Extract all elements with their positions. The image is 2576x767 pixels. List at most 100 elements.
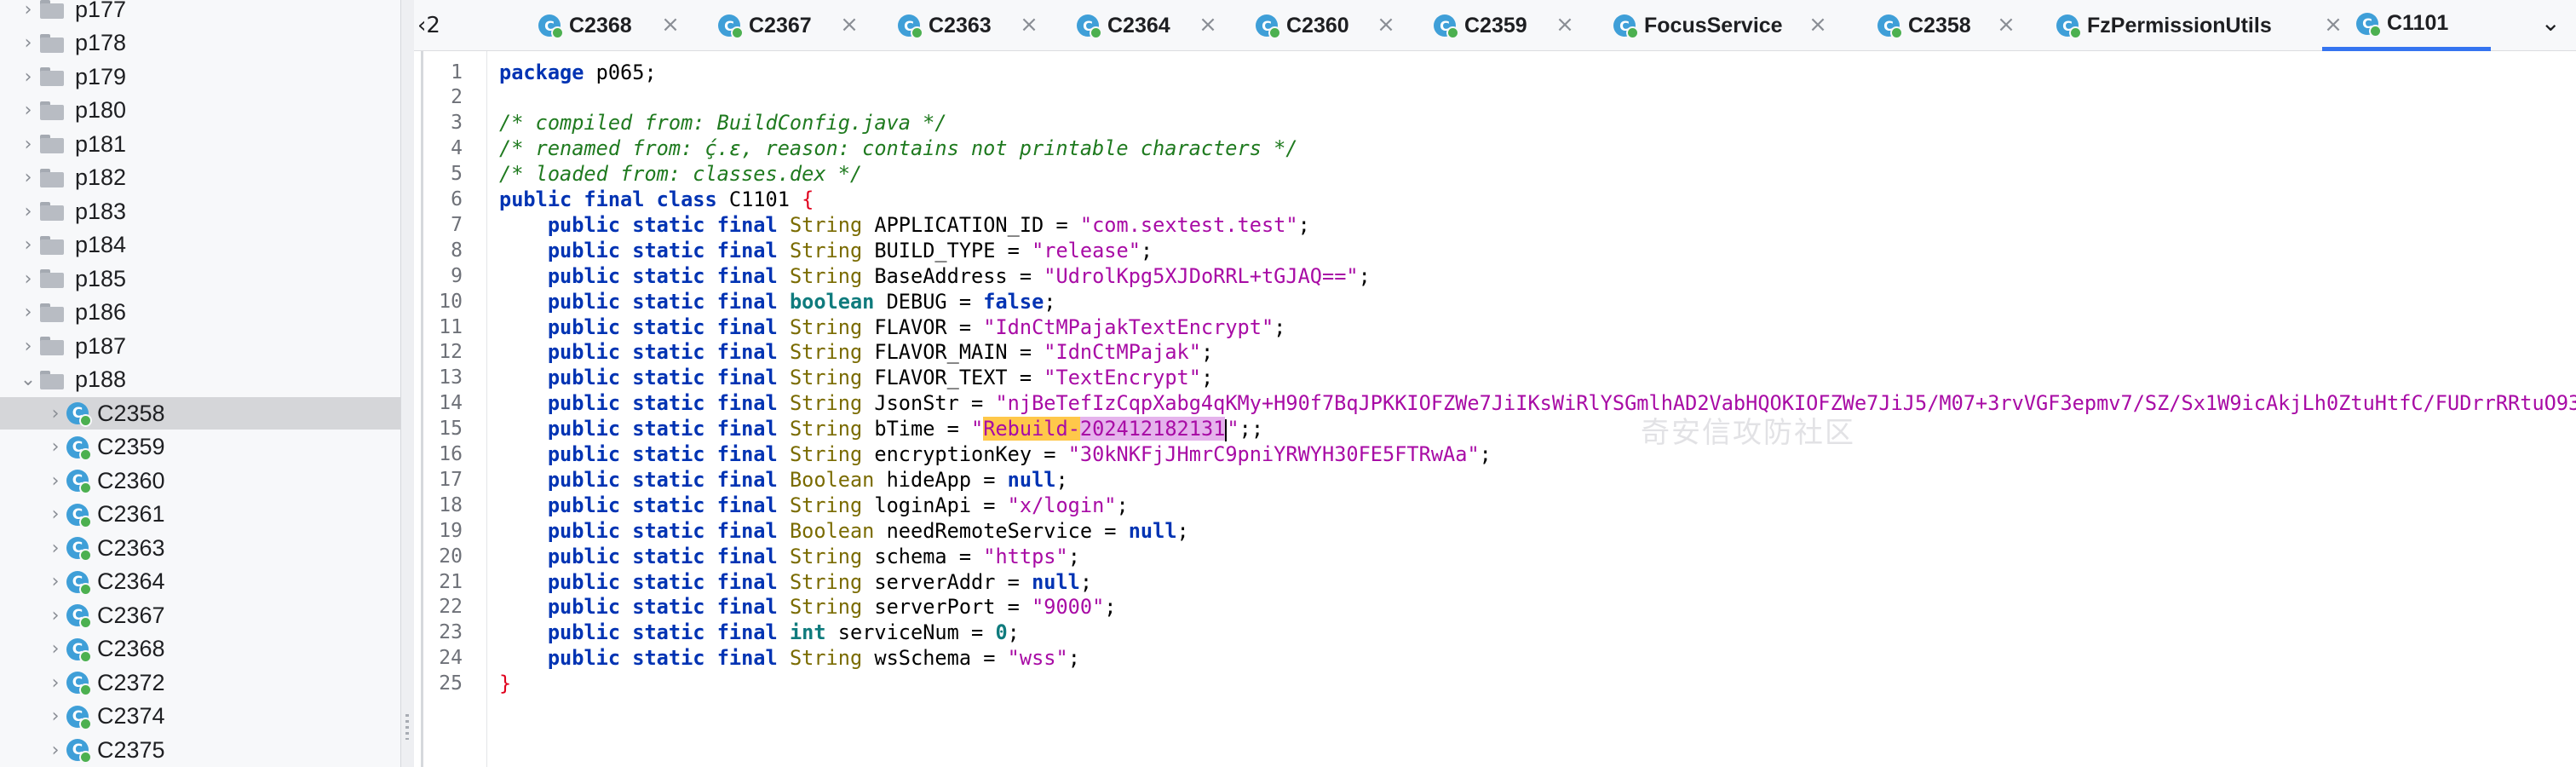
- tree-class-item[interactable]: › C C2374: [0, 701, 400, 733]
- field-modifiers: public static final: [547, 238, 778, 262]
- chevron-right-icon[interactable]: ›: [44, 599, 66, 631]
- field-type: String: [789, 646, 863, 671]
- editor-tab[interactable]: C C2364: [1043, 0, 1213, 51]
- field-modifiers: public static final: [547, 467, 778, 492]
- editor-tab[interactable]: C C2367: [684, 0, 854, 51]
- field-value: null: [1007, 467, 1056, 492]
- tree-folder-item[interactable]: › p180: [0, 95, 400, 127]
- chevron-right-icon[interactable]: ›: [17, 0, 39, 26]
- editor-tab[interactable]: C C2359: [1400, 0, 1570, 51]
- panel-divider[interactable]: [400, 0, 414, 767]
- public-badge-icon: [1090, 26, 1102, 39]
- editor-tab[interactable]: C FzPermissionUtils: [2022, 0, 2314, 51]
- public-badge-icon: [79, 515, 92, 528]
- chevron-right-icon[interactable]: ›: [44, 701, 66, 733]
- close-tab-icon[interactable]: ×: [1993, 12, 2019, 37]
- tree-class-item[interactable]: › C C2363: [0, 532, 400, 564]
- tab-overflow-button[interactable]: ‹ 2: [417, 0, 440, 51]
- close-tab-icon[interactable]: ×: [1195, 12, 1221, 37]
- chevron-right-icon[interactable]: ›: [44, 397, 66, 430]
- tab-list-dropdown-icon[interactable]: ⌄: [2541, 9, 2561, 37]
- chevron-right-icon[interactable]: ›: [17, 27, 39, 60]
- public-badge-icon: [79, 482, 92, 494]
- field-modifiers: public static final: [547, 569, 778, 594]
- line-number: 17: [439, 468, 463, 491]
- tree-item-label: p183: [75, 198, 127, 224]
- editor-tab[interactable]: C C2363: [864, 0, 1034, 51]
- field-type: String: [789, 314, 863, 339]
- chevron-right-icon[interactable]: ›: [44, 666, 66, 699]
- code-editor[interactable]: 奇安信攻防社区 package p065;/* compiled from: B…: [499, 51, 2576, 767]
- tree-class-item[interactable]: › C C2364: [0, 566, 400, 598]
- chevron-right-icon[interactable]: ›: [17, 128, 39, 160]
- public-badge-icon: [79, 649, 92, 663]
- tree-item-label: p177: [75, 0, 127, 22]
- field-value-part: 202412182131: [1079, 417, 1226, 441]
- chevron-right-icon[interactable]: ›: [44, 633, 66, 666]
- chevron-right-icon[interactable]: ›: [17, 162, 39, 194]
- close-tab-icon[interactable]: ×: [1552, 12, 1578, 37]
- tree-folder-item[interactable]: › p184: [0, 229, 400, 262]
- editor-tab[interactable]: C C2358: [1843, 0, 2014, 51]
- editor-tab[interactable]: C C1101: [2322, 0, 2492, 51]
- class-icon: C: [718, 14, 744, 39]
- tab-overflow-count: 2: [426, 13, 440, 38]
- tree-class-item[interactable]: › C C2361: [0, 499, 400, 531]
- field-type: String: [789, 340, 863, 365]
- chevron-right-icon[interactable]: ›: [44, 499, 66, 531]
- class-icon: C: [1877, 14, 1903, 39]
- chevron-right-icon[interactable]: ›: [44, 431, 66, 464]
- close-tab-icon[interactable]: ×: [837, 12, 862, 37]
- editor-tab[interactable]: C C2368: [504, 0, 675, 51]
- tree-class-item[interactable]: › C C2368: [0, 633, 400, 666]
- chevron-right-icon[interactable]: ›: [17, 262, 39, 295]
- editor-tab[interactable]: C FocusService: [1579, 0, 1826, 51]
- tree-folder-item[interactable]: › p186: [0, 297, 400, 329]
- line-number: 15: [439, 418, 463, 441]
- tree-folder-item[interactable]: › p181: [0, 128, 400, 160]
- code-line: /* renamed from: ḉ.ε, reason: contains n…: [499, 136, 1298, 161]
- field-type: String: [789, 391, 863, 416]
- tree-folder-item[interactable]: ⌄ p188: [0, 364, 400, 396]
- chevron-right-icon[interactable]: ›: [44, 566, 66, 598]
- chevron-right-icon[interactable]: ›: [17, 95, 39, 127]
- chevron-right-icon[interactable]: ›: [17, 61, 39, 93]
- tree-class-item[interactable]: › C C2360: [0, 464, 400, 497]
- chevron-right-icon[interactable]: ›: [17, 297, 39, 329]
- close-tab-icon[interactable]: ×: [658, 12, 683, 37]
- tree-class-item[interactable]: › C C2359: [0, 431, 400, 464]
- line-number: 2: [451, 86, 463, 109]
- chevron-right-icon[interactable]: ›: [44, 532, 66, 564]
- chevron-right-icon[interactable]: ›: [44, 734, 66, 766]
- chevron-right-icon[interactable]: ›: [44, 464, 66, 497]
- chevron-down-icon[interactable]: ⌄: [17, 364, 39, 396]
- tree-folder-item[interactable]: › p187: [0, 330, 400, 362]
- tree-folder-item[interactable]: › p185: [0, 262, 400, 295]
- chevron-right-icon[interactable]: ›: [17, 195, 39, 228]
- code-line: public static final int serviceNum = 0;: [547, 620, 1020, 645]
- close-tab-icon[interactable]: ×: [1805, 12, 1831, 37]
- tree-folder-item[interactable]: › p177: [0, 0, 400, 26]
- chevron-right-icon[interactable]: ›: [17, 330, 39, 362]
- tree-class-item[interactable]: › C C2367: [0, 599, 400, 631]
- field-value-part: Rebuild-: [983, 417, 1080, 441]
- tree-folder-item[interactable]: › p178: [0, 27, 400, 60]
- code-line: public static final String serverAddr = …: [547, 569, 1093, 594]
- tree-folder-item[interactable]: › p182: [0, 162, 400, 194]
- tree-folder-item[interactable]: › p179: [0, 61, 400, 93]
- line-number: 25: [439, 672, 463, 695]
- field-modifiers: public static final: [547, 314, 778, 339]
- close-tab-icon[interactable]: ×: [1016, 12, 1042, 37]
- close-tab-icon[interactable]: ×: [1373, 12, 1399, 37]
- field-value: "TextEncrypt": [1044, 366, 1201, 390]
- folder-icon: [39, 303, 65, 323]
- field-value: "30kNKFjJHmrC9pniYRWYH30FE5FTRwAa": [1067, 442, 1480, 466]
- chevron-right-icon[interactable]: ›: [17, 229, 39, 262]
- tree-class-item[interactable]: › C C2375: [0, 734, 400, 766]
- tree-class-item[interactable]: › C C2358: [0, 397, 400, 430]
- editor-tab[interactable]: C C2360: [1222, 0, 1392, 51]
- tree-folder-item[interactable]: › p183: [0, 195, 400, 228]
- drag-handle-icon[interactable]: [405, 714, 409, 740]
- class-icon: C: [538, 14, 564, 39]
- tree-class-item[interactable]: › C C2372: [0, 666, 400, 699]
